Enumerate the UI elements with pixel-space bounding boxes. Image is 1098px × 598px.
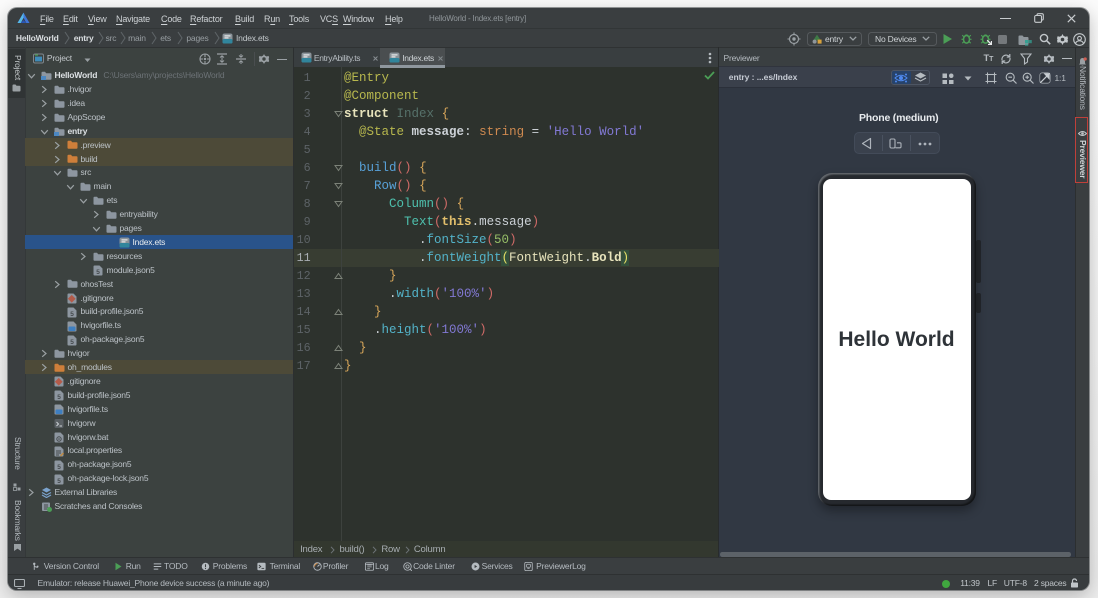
svg-text:5: 5 (70, 339, 74, 346)
svg-text:5: 5 (96, 269, 100, 276)
svg-text:5: 5 (70, 311, 74, 318)
svg-text:5: 5 (57, 478, 61, 485)
svg-text:5: 5 (57, 394, 61, 401)
svg-text:5: 5 (57, 464, 61, 471)
